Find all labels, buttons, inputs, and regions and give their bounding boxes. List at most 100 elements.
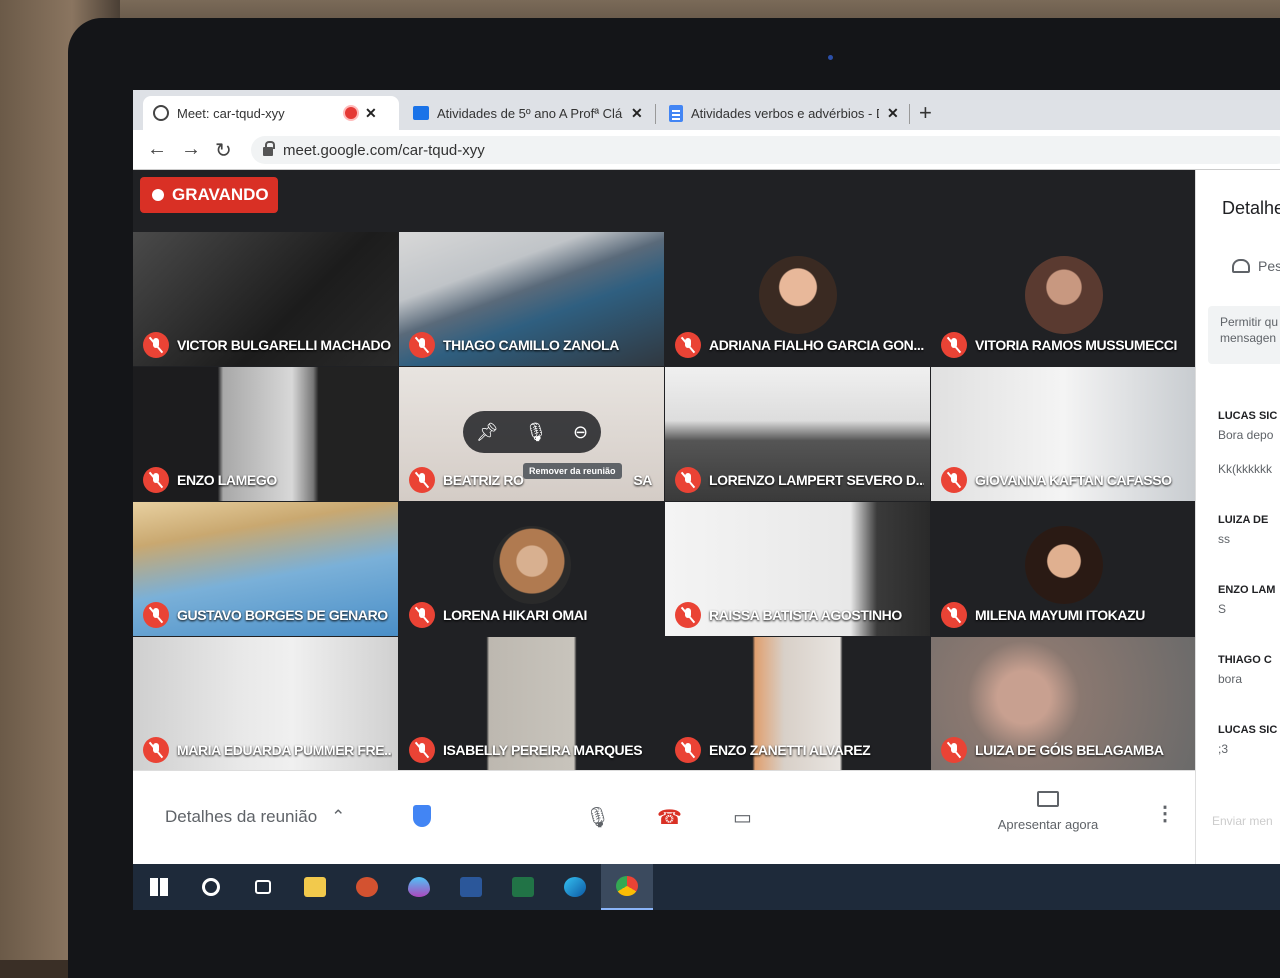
- classroom-icon: [413, 106, 429, 120]
- chrome-icon[interactable]: [601, 864, 653, 910]
- participant-name: ENZO LAMEGO: [143, 467, 392, 493]
- chat-sender: THIAGO C: [1218, 654, 1272, 666]
- participant-name: MILENA MAYUMI ITOKAZU: [941, 602, 1190, 628]
- allow-messages-toggle[interactable]: Permitir qu mensagen: [1208, 306, 1280, 364]
- chat-text: S: [1218, 602, 1227, 616]
- tab-classroom[interactable]: Atividades de 5º ano A Profª Clá ✕: [403, 96, 653, 130]
- mic-off-icon: [409, 467, 435, 493]
- participant-name: VITORIA RAMOS MUSSUMECCI: [941, 332, 1190, 358]
- start-icon[interactable]: [133, 864, 185, 910]
- participant-name: GIOVANNA KAFTAN CAFASSO: [941, 467, 1190, 493]
- participant-tile[interactable]: LORENA HIKARI OMAI: [399, 502, 664, 636]
- participant-name: LUIZA DE GÓIS BELAGAMBA: [941, 737, 1190, 763]
- participant-name: LORENZO LAMPERT SEVERO D...: [675, 467, 924, 493]
- powerpoint-icon[interactable]: [341, 864, 393, 910]
- tab-bar: Meet: car-tqud-xyy ✕ Atividades de 5º an…: [133, 90, 1280, 130]
- chat-text: bora: [1218, 672, 1243, 686]
- security-shield-icon[interactable]: [413, 805, 431, 827]
- forward-icon[interactable]: →: [181, 138, 201, 161]
- chat-message: THIAGO C bora: [1218, 654, 1280, 686]
- remove-icon[interactable]: ⊖: [573, 422, 588, 443]
- more-options-icon[interactable]: ⋮: [1155, 801, 1175, 826]
- excel-icon[interactable]: [497, 864, 549, 910]
- side-panel: Detalhe Pes Permitir qu mensagen LUCAS S…: [1195, 170, 1280, 864]
- chat-text: Bora depo: [1218, 428, 1274, 442]
- participant-tile[interactable]: RAISSA BATISTA AGOSTINHO: [665, 502, 930, 636]
- allow-text-line: Permitir qu: [1220, 315, 1279, 329]
- task-view-icon[interactable]: [237, 864, 289, 910]
- participant-tile[interactable]: MARIA EDUARDA PUMMER FRE...: [133, 637, 398, 771]
- mic-off-icon: [143, 737, 169, 763]
- participant-tile[interactable]: GIOVANNA KAFTAN CAFASSO: [931, 367, 1196, 501]
- recording-icon: [152, 189, 164, 201]
- mute-icon[interactable]: 🎙︎: [524, 422, 547, 443]
- people-tab[interactable]: Pes: [1232, 258, 1280, 274]
- chat-message: LUIZA DE ss: [1218, 514, 1280, 546]
- participant-tile[interactable]: GUSTAVO BORGES DE GENARO: [133, 502, 398, 636]
- participant-name: LORENA HIKARI OMAI: [409, 602, 658, 628]
- chat-text: Kk(kkkkkk: [1218, 462, 1272, 476]
- participant-tile[interactable]: ENZO LAMEGO: [133, 367, 398, 501]
- participant-name: ISABELLY PEREIRA MARQUES: [409, 737, 658, 763]
- participant-tile[interactable]: MILENA MAYUMI ITOKAZU: [931, 502, 1196, 636]
- close-tab-icon[interactable]: ✕: [631, 105, 643, 122]
- camera-icon[interactable]: ▭: [733, 805, 752, 830]
- meeting-controls: Detalhes da reunião ⌃ 🎙︎ ☎︎ ▭ Apresentar…: [133, 770, 1195, 864]
- meet-icon: [153, 105, 169, 121]
- participant-tile[interactable]: LUIZA DE GÓIS BELAGAMBA: [931, 637, 1196, 771]
- new-tab-button[interactable]: +: [919, 100, 932, 126]
- participant-tile[interactable]: THIAGO CAMILLO ZANOLA: [399, 232, 664, 366]
- meeting-area: GRAVANDO VICTOR BULGARELLI MACHADO THIAG…: [133, 170, 1196, 771]
- participant-name: RAISSA BATISTA AGOSTINHO: [675, 602, 924, 628]
- tile-hover-controls: 📌︎ 🎙︎ ⊖: [463, 411, 601, 453]
- url-text: meet.google.com/car-tqud-xyy: [283, 141, 485, 159]
- mic-off-icon: [409, 332, 435, 358]
- participant-tile[interactable]: 📌︎ 🎙︎ ⊖ Remover da reunião BEATRIZ RO SA: [399, 367, 664, 501]
- present-now-button[interactable]: Apresentar agora: [983, 791, 1113, 832]
- mic-off-icon: [941, 602, 967, 628]
- tab-docs[interactable]: Atividades verbos e advérbios - D ✕: [659, 96, 909, 130]
- participant-tile[interactable]: VICTOR BULGARELLI MACHADO: [133, 232, 398, 366]
- participant-name: BEATRIZ RO SA: [409, 467, 658, 493]
- chat-sender: LUIZA DE: [1218, 514, 1269, 526]
- mic-off-icon: [675, 332, 701, 358]
- tab-meet[interactable]: Meet: car-tqud-xyy ✕: [143, 96, 399, 130]
- lock-icon: [263, 141, 275, 156]
- participant-tile[interactable]: VITORIA RAMOS MUSSUMECCI: [931, 232, 1196, 366]
- mic-off-icon: [941, 467, 967, 493]
- reload-icon[interactable]: ↻: [215, 138, 232, 163]
- pin-icon[interactable]: 📌︎: [476, 422, 499, 443]
- side-panel-title: Detalhe: [1222, 198, 1280, 218]
- word-icon[interactable]: [445, 864, 497, 910]
- back-icon[interactable]: ←: [147, 138, 167, 161]
- url-field[interactable]: meet.google.com/car-tqud-xyy: [251, 136, 1280, 164]
- recording-badge: GRAVANDO: [140, 177, 278, 213]
- participant-tile[interactable]: ENZO ZANETTI ALVAREZ: [665, 637, 930, 771]
- close-tab-icon[interactable]: ✕: [365, 105, 377, 122]
- participant-tile[interactable]: LORENZO LAMPERT SEVERO D...: [665, 367, 930, 501]
- send-message-input[interactable]: Enviar men: [1212, 814, 1273, 828]
- chat-sender: LUCAS SIC: [1218, 410, 1278, 422]
- close-tab-icon[interactable]: ✕: [887, 105, 899, 122]
- present-screen-icon: [1037, 791, 1059, 807]
- chat-message: Kk(kkkkkk: [1218, 456, 1280, 476]
- participant-name: ENZO ZANETTI ALVAREZ: [675, 737, 924, 763]
- laptop-screen: Meet: car-tqud-xyy ✕ Atividades de 5º an…: [133, 90, 1280, 910]
- meeting-details-button[interactable]: Detalhes da reunião ⌃: [165, 807, 345, 827]
- participant-name: GUSTAVO BORGES DE GENARO: [143, 602, 392, 628]
- present-now-label: Apresentar agora: [997, 817, 1099, 832]
- mic-off-icon: [143, 602, 169, 628]
- edge-icon[interactable]: [549, 864, 601, 910]
- hang-up-icon[interactable]: ☎︎: [657, 805, 682, 830]
- chat-text: ;3: [1218, 742, 1229, 756]
- microphone-icon[interactable]: 🎙︎: [585, 805, 610, 830]
- paint-drop-icon[interactable]: [393, 864, 445, 910]
- file-explorer-icon[interactable]: [289, 864, 341, 910]
- participant-tile[interactable]: ISABELLY PEREIRA MARQUES: [399, 637, 664, 771]
- windows-taskbar: [133, 864, 1280, 910]
- chat-text: ss: [1218, 532, 1230, 546]
- mic-off-icon: [409, 602, 435, 628]
- allow-text-line: mensagen: [1220, 331, 1277, 345]
- search-icon[interactable]: [185, 864, 237, 910]
- participant-tile[interactable]: ADRIANA FIALHO GARCIA GON...: [665, 232, 930, 366]
